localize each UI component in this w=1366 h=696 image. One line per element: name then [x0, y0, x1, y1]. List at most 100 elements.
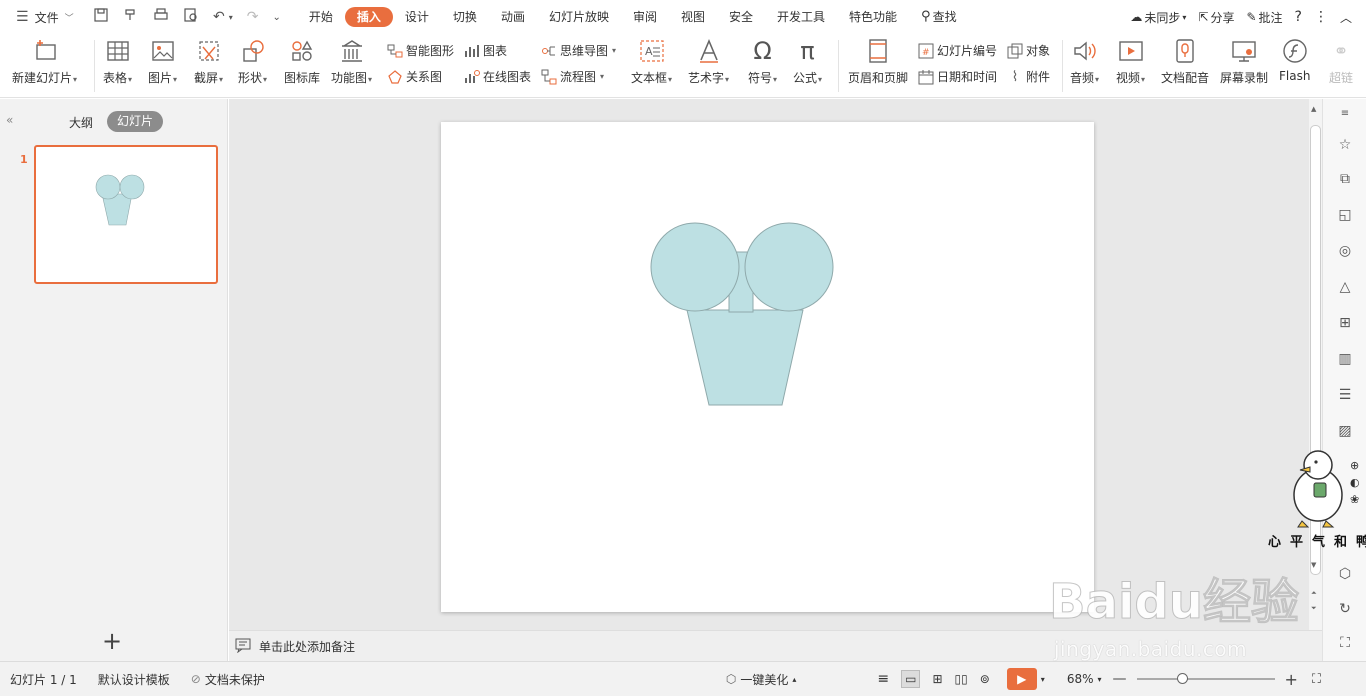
more-icon[interactable]: ⋮	[1314, 9, 1328, 25]
header-footer-button[interactable]: 页眉和页脚	[848, 38, 908, 86]
format-painter-icon[interactable]	[123, 7, 139, 27]
star-icon[interactable]: ☆	[1335, 135, 1355, 155]
zoom-slider[interactable]	[1136, 673, 1275, 684]
text-box-button[interactable]: A 文本框▾	[631, 38, 672, 86]
fit-window-icon[interactable]: ⛶	[1312, 672, 1321, 687]
history-icon[interactable]: ↻	[1335, 599, 1355, 619]
bar-chart-icon	[464, 43, 480, 59]
theme-icon[interactable]: ◐	[1350, 476, 1366, 489]
flowchart-button[interactable]: 流程图 ▾	[541, 68, 604, 85]
save-icon[interactable]	[93, 7, 109, 27]
collapse-ribbon-icon[interactable]: ︿	[1340, 9, 1352, 26]
online-chart-button[interactable]: 在线图表	[464, 68, 531, 85]
beautify-button[interactable]: ⬡ 一键美化 ▴	[716, 662, 808, 696]
chart-button[interactable]: 图表	[464, 42, 507, 59]
table-button[interactable]: 表格▾	[103, 38, 132, 86]
zoom-in-button[interactable]: +	[1285, 670, 1298, 689]
slide-canvas[interactable]	[441, 122, 1094, 612]
fullscreen-icon[interactable]: ⛶	[1335, 633, 1355, 653]
tab-slideshow[interactable]: 幻灯片放映	[537, 7, 621, 27]
search-button[interactable]: ⚲ 查找	[909, 7, 969, 27]
customize-quick-access-icon[interactable]: ⌄	[272, 12, 280, 23]
layout-icon[interactable]: ⊞	[1335, 313, 1355, 333]
chevron-down-icon[interactable]: ▾	[1041, 675, 1045, 684]
design-template[interactable]: 默认设计模板	[88, 662, 181, 696]
next-slide-icon[interactable]: ⏷	[1311, 604, 1317, 613]
redo-icon[interactable]: ↷	[247, 9, 259, 25]
formula-button[interactable]: π 公式▾	[793, 37, 822, 86]
tab-review[interactable]: 审阅	[621, 7, 669, 27]
tab-developer[interactable]: 开发工具	[765, 7, 837, 27]
tab-animation[interactable]: 动画	[489, 7, 537, 27]
undo-icon[interactable]: ↶	[213, 9, 225, 25]
chevron-down-icon[interactable]: ▾	[229, 13, 233, 22]
expand-icon[interactable]: ⊕	[1350, 459, 1366, 472]
slide-number-button[interactable]: # 幻灯片编号	[918, 42, 997, 59]
hyperlink-button[interactable]: ⚭ 超链	[1328, 38, 1354, 86]
picture-button[interactable]: 图片▾	[148, 38, 177, 86]
collapse-panel-icon[interactable]: «	[6, 113, 13, 127]
screen-record-button[interactable]: 屏幕录制	[1220, 38, 1268, 86]
vertical-scrollbar[interactable]: ▲ ▼ ⏶ ⏷	[1309, 99, 1322, 630]
notes-toggle-icon[interactable]: ≡	[877, 671, 889, 687]
format-icon[interactable]: ⧉	[1335, 169, 1355, 189]
document-protection[interactable]: ⊘ 文档未保护	[181, 662, 276, 696]
prev-slide-icon[interactable]: ⏶	[1311, 589, 1317, 598]
tab-security[interactable]: 安全	[717, 7, 765, 27]
header-footer-icon	[865, 38, 891, 64]
zoom-out-button[interactable]: —	[1113, 671, 1127, 687]
date-time-button[interactable]: 日期和时间	[918, 68, 997, 85]
zoom-slider-handle[interactable]	[1176, 673, 1188, 684]
slide-sorter-icon[interactable]: ⊞	[932, 672, 942, 686]
tab-outline[interactable]: 大纲	[69, 114, 93, 131]
tab-home[interactable]: 开始	[297, 7, 345, 27]
shape-button[interactable]: 形状▾	[238, 38, 267, 86]
tab-features[interactable]: 特色功能	[837, 7, 909, 27]
function-chart-button[interactable]: 功能图▾	[331, 38, 372, 86]
scroll-up-icon[interactable]: ▲	[1311, 105, 1316, 113]
share-button[interactable]: ⇱ 分享	[1198, 9, 1234, 26]
picture-panel-icon[interactable]: ▨	[1335, 421, 1355, 441]
play-button[interactable]: ▶	[1006, 668, 1037, 690]
new-slide-button[interactable]: 新建幻灯片▾	[12, 38, 77, 86]
icon-library-button[interactable]: 图标库	[284, 38, 320, 86]
sync-button[interactable]: ☁ 未同步 ▾	[1130, 9, 1186, 26]
doc-voice-button[interactable]: 文档配音	[1161, 38, 1209, 86]
smart-art-button[interactable]: 智能图形	[387, 42, 454, 59]
video-button[interactable]: 视频▾	[1116, 38, 1145, 86]
print-preview-icon[interactable]	[183, 7, 199, 27]
tab-slides[interactable]: 幻灯片	[107, 111, 164, 132]
tab-view[interactable]: 视图	[669, 7, 717, 27]
location-icon[interactable]: ◎	[1335, 241, 1355, 261]
presenter-view-icon[interactable]: ⊚	[980, 672, 990, 686]
attachment-button[interactable]: ⌇ 附件	[1007, 68, 1050, 85]
mind-map-button[interactable]: 思维导图 ▾	[541, 42, 616, 59]
comment-button[interactable]: ✎ 批注	[1246, 9, 1282, 26]
add-slide-button[interactable]: +	[102, 627, 122, 655]
audio-button[interactable]: 音频▾	[1070, 38, 1099, 86]
screenshot-button[interactable]: 截屏▾	[194, 38, 223, 86]
object-button[interactable]: 对象	[1007, 42, 1050, 59]
tab-insert[interactable]: 插入	[344, 7, 393, 27]
slide-thumbnail[interactable]	[34, 145, 218, 284]
relation-chart-button[interactable]: 关系图	[387, 68, 442, 85]
shield-icon[interactable]: ⬡	[1335, 564, 1355, 584]
zoom-level[interactable]: 68% ▾	[1057, 662, 1113, 696]
more-tools-icon[interactable]: ≡	[1335, 103, 1355, 123]
word-art-button[interactable]: 艺术字▾	[688, 38, 729, 86]
tab-design[interactable]: 设计	[393, 7, 441, 27]
reading-view-icon[interactable]: ▯▯	[955, 672, 968, 686]
paw-icon[interactable]: ❀	[1350, 493, 1366, 506]
help-icon[interactable]: ?	[1295, 9, 1302, 25]
symbol-button[interactable]: Ω 符号▾	[748, 37, 777, 86]
tab-transition[interactable]: 切换	[441, 7, 489, 27]
settings-sliders-icon[interactable]: ☰	[1335, 385, 1355, 405]
shape-style-icon[interactable]: ◱	[1335, 205, 1355, 225]
print-icon[interactable]	[153, 7, 169, 27]
file-menu[interactable]: ☰ 文件 ﹀	[0, 0, 85, 34]
scroll-down-icon[interactable]: ▼	[1311, 561, 1316, 569]
flash-button[interactable]: Flash	[1279, 38, 1310, 83]
normal-view-icon[interactable]: ▭	[901, 670, 921, 688]
chart-analysis-icon[interactable]: ▥	[1335, 349, 1355, 369]
fill-icon[interactable]: △	[1335, 277, 1355, 297]
